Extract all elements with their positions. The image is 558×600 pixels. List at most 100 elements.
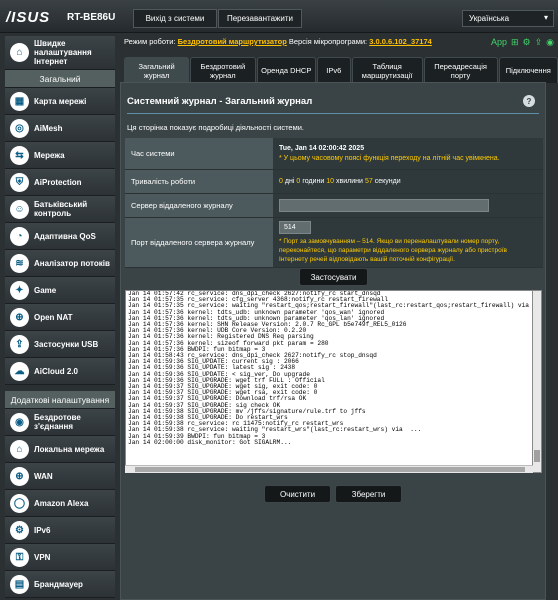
sidebar-item-wan[interactable]: ⊕ WAN	[5, 463, 115, 490]
sidebar-item-shield[interactable]: ⛨ AiProtection	[5, 169, 115, 196]
log-vertical-scrollbar[interactable]	[533, 290, 542, 473]
page-description: Ця сторінка показує подробиці діяльності…	[127, 123, 305, 132]
uptime-days: 0	[279, 178, 283, 185]
sidebar-item-label: Швидке налаштування Інтернет	[34, 39, 92, 66]
traffic-analyzer-icon: ≋	[10, 253, 29, 273]
sidebar-item-alexa[interactable]: ◯ Amazon Alexa	[5, 490, 115, 517]
settings-status-icon[interactable]: ⚙	[523, 37, 531, 48]
tab-0[interactable]: Загальний журнал	[124, 57, 190, 83]
network-status-icon[interactable]: ⊞	[511, 37, 519, 48]
sidebar-item-vpn[interactable]: ⚿ VPN	[5, 544, 115, 571]
mode-label: Режим роботи:	[124, 37, 176, 46]
model-name: RT-BE86U	[67, 12, 116, 23]
tab-4[interactable]: Таблиця маршрутизації	[351, 57, 423, 83]
network-map-icon: ▦	[10, 91, 29, 111]
top-bar: /ISUS RT-BE86U Вихід з системи Перезаван…	[0, 0, 558, 33]
clear-button[interactable]: Очистити	[264, 485, 331, 503]
system-time-value: Tue, Jan 14 02:00:42 2025	[279, 145, 365, 152]
logout-button[interactable]: Вихід з системи	[133, 9, 217, 28]
quick-setup-icon: ⌂	[10, 43, 29, 62]
sidebar-item-label: Брандмауер	[34, 579, 83, 589]
sidebar-item-label: WAN	[34, 471, 53, 481]
save-button[interactable]: Зберегти	[335, 485, 402, 503]
lan-icon: ⌂	[10, 439, 29, 459]
firmware-link[interactable]: 3.0.0.6.102_37174	[369, 37, 432, 46]
sidebar-item-label: AiMesh	[34, 123, 63, 133]
sidebar-item-gamepad[interactable]: ✦ Game	[5, 277, 115, 304]
sidebar-item-label: Батьківський контроль	[34, 200, 88, 218]
uptime-days-unit: дні	[284, 178, 295, 185]
tab-1[interactable]: Бездротовий журнал	[190, 57, 256, 83]
app-label[interactable]: App	[491, 37, 507, 48]
remote-server-input[interactable]	[279, 199, 489, 212]
sidebar-item-label: Amazon Alexa	[34, 498, 89, 508]
firewall-icon: ▤	[10, 574, 29, 594]
tab-6[interactable]: Підключення	[498, 57, 558, 83]
sidebar-item-qos[interactable]: ◔ Адаптивна QoS	[5, 223, 115, 250]
sidebar-item-traffic-analyzer[interactable]: ≋ Аналізатор потоків	[5, 250, 115, 277]
sidebar-item-parental-control[interactable]: ☺ Батьківський контроль	[5, 196, 115, 223]
tab-3[interactable]: IPv6	[317, 57, 351, 83]
sidebar-item-lan[interactable]: ⌂ Локальна мережа	[5, 436, 115, 463]
sidebar-item-label: Адаптивна QoS	[34, 231, 96, 241]
remote-port-row: Порт віддаленого сервера журналу 514 * П…	[125, 218, 543, 268]
language-select[interactable]: Українська ▾	[462, 10, 554, 27]
sidebar-item-network-map[interactable]: ▦ Карта мережі	[5, 88, 115, 115]
settings-table: Час системи Tue, Jan 14 02:00:42 2025 * …	[125, 138, 543, 268]
sidebar-item-label: VPN	[34, 552, 51, 562]
sidebar-item-label: Open NAT	[34, 312, 73, 322]
sidebar-item-label: Game	[34, 285, 57, 295]
uptime-seconds-unit: секунди	[374, 178, 401, 185]
log-tabs: Загальний журнал Бездротовий журнал Оренда…	[124, 57, 558, 83]
usb-status-icon[interactable]: ⇪	[535, 37, 543, 48]
sidebar-item-label: AiCloud 2.0	[34, 366, 79, 376]
sidebar-item-label: Карта мережі	[34, 96, 87, 106]
uptime-seconds: 57	[364, 178, 373, 185]
ipv6-icon: ⚙	[10, 520, 29, 540]
tab-5[interactable]: Переадресація порту	[423, 57, 498, 83]
help-icon[interactable]: ?	[523, 95, 535, 107]
uptime-minutes: 10	[326, 178, 335, 185]
sidebar-item-aimesh[interactable]: ◎ AiMesh	[5, 115, 115, 142]
log-horizontal-scrollbar[interactable]	[125, 465, 533, 473]
uptime-row: Тривалість роботи 0 дні 0 години 10 хвил…	[125, 170, 543, 194]
content-panel: Системний журнал - Загальний журнал ? Ця…	[120, 82, 546, 600]
tab-2[interactable]: Оренда DHCP	[256, 57, 316, 83]
vpn-icon: ⚿	[10, 547, 29, 567]
parental-control-icon: ☺	[10, 199, 29, 219]
sidebar-item-cloud[interactable]: ☁ AiCloud 2.0	[5, 358, 115, 385]
sidebar-header-general: Загальний	[5, 70, 115, 88]
scroll-thumb[interactable]	[135, 467, 525, 472]
sidebar-item-label: IPv6	[34, 525, 51, 535]
wifi-status-icon[interactable]: ◉	[546, 37, 554, 48]
sidebar-item-label: Бездротове з'єднання	[34, 413, 81, 431]
shield-icon: ⛨	[10, 172, 29, 192]
remote-port-note: * Порт за замовчуванням – 514. Якщо ви п…	[279, 238, 507, 263]
page-title: Системний журнал - Загальний журнал	[127, 96, 313, 107]
scroll-thumb[interactable]	[534, 450, 540, 462]
divider	[127, 113, 539, 114]
sidebar-item-open-nat[interactable]: ⊕ Open NAT	[5, 304, 115, 331]
sidebar-item-network[interactable]: ⇆ Мережа	[5, 142, 115, 169]
qos-icon: ◔	[10, 226, 29, 246]
reboot-button[interactable]: Перезавантажити	[218, 9, 302, 28]
remote-port-input[interactable]: 514	[279, 221, 311, 234]
mode-link[interactable]: Бездротовий маршрутизатор	[178, 37, 287, 46]
sidebar-item-quick-setup[interactable]: ⌂ Швидке налаштування Інтернет	[5, 36, 115, 70]
sidebar: ⌂ Швидке налаштування Інтернет Загальний…	[5, 36, 115, 598]
apply-button[interactable]: Застосувати	[299, 268, 368, 286]
sidebar-item-wireless[interactable]: ◉ Бездротове з'єднання	[5, 409, 115, 436]
network-icon: ⇆	[10, 145, 29, 165]
sidebar-item-ipv6[interactable]: ⚙ IPv6	[5, 517, 115, 544]
uptime-hours: 0	[296, 178, 301, 185]
system-log-textarea[interactable]: Jan 14 01:57:42 rc_service: dns_dpi_chec…	[125, 290, 533, 473]
sidebar-item-label: Застосунки USB	[34, 339, 99, 349]
remote-server-label: Сервер віддаленого журналу	[125, 194, 273, 217]
sidebar-item-label: Мережа	[34, 150, 65, 160]
sidebar-header-advanced: Додаткові налаштування	[5, 391, 115, 409]
sidebar-item-usb[interactable]: ⇪ Застосунки USB	[5, 331, 115, 358]
firmware-label: Версія мікропрограми:	[288, 37, 368, 46]
chevron-down-icon: ▾	[543, 13, 548, 22]
asus-logo[interactable]: /ISUS	[6, 9, 50, 26]
sidebar-item-firewall[interactable]: ▤ Брандмауер	[5, 571, 115, 598]
